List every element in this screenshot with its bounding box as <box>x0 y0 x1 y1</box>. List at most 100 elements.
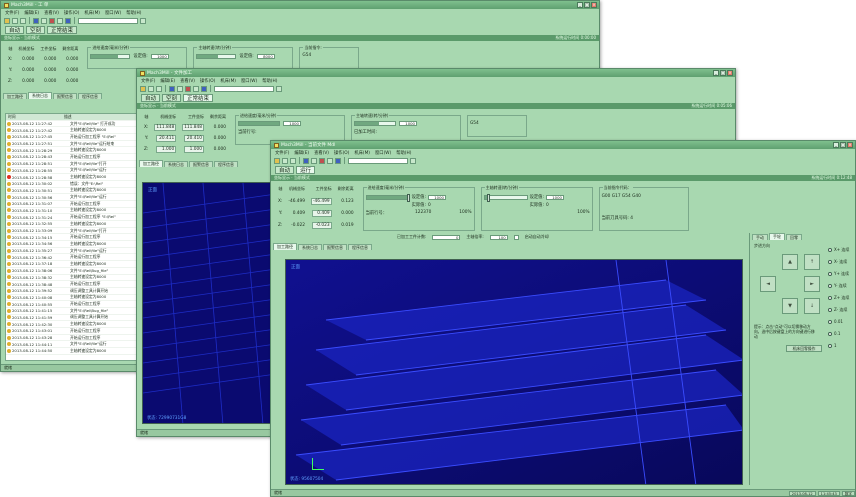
mode-dry-button[interactable]: 空刻 <box>26 26 46 34</box>
tab-alarm[interactable]: 报警信息 <box>189 161 213 167</box>
tab-log[interactable]: 系统日志 <box>164 161 188 167</box>
side-tab-manual[interactable]: 手动 <box>752 234 768 240</box>
menu-machine[interactable]: 机床(M) <box>354 150 370 156</box>
print-icon[interactable] <box>20 17 26 24</box>
spindle-set-input[interactable]: 8000 <box>256 53 275 59</box>
tab-path[interactable]: 加工路径 <box>273 243 297 250</box>
stop-icon[interactable] <box>319 157 325 164</box>
spindle-slider[interactable] <box>483 193 528 202</box>
jog-z-minus-button[interactable]: ↓ <box>804 298 820 314</box>
radio-step-01[interactable]: 0.1 <box>828 331 840 336</box>
maximize-icon[interactable]: □ <box>840 142 846 148</box>
maximize-icon[interactable]: □ <box>720 70 726 76</box>
menu-view[interactable]: 查看(V) <box>314 150 329 156</box>
home-button[interactable]: 机床回零操作 <box>786 345 822 352</box>
mode-end-button[interactable]: 正常结束 <box>183 94 214 102</box>
feed-set-input[interactable]: 1000 <box>427 194 446 200</box>
file-combo[interactable] <box>78 17 138 24</box>
print-icon[interactable] <box>156 85 162 92</box>
toolpath-view[interactable]: 正面 状态: 95607504 <box>285 259 743 485</box>
menu-edit[interactable]: 编辑(E) <box>24 10 39 16</box>
tab-log[interactable]: 系统日志 <box>28 92 52 99</box>
menu-machine[interactable]: 机床(M) <box>220 78 236 84</box>
spindle-mult-input[interactable]: 100 <box>489 234 508 240</box>
menu-edit[interactable]: 编辑(E) <box>160 78 175 84</box>
menu-edit[interactable]: 编辑(E) <box>294 150 309 156</box>
maximize-icon[interactable]: □ <box>584 2 590 8</box>
jog-y-minus-button[interactable]: ▼ <box>782 298 798 314</box>
print-icon[interactable] <box>290 157 296 164</box>
mode-auto-button[interactable]: 自动 <box>5 26 25 34</box>
run-icon[interactable] <box>303 157 309 164</box>
radio-z-minus[interactable]: Z- 连续 <box>828 307 847 313</box>
pause-icon[interactable] <box>177 85 183 92</box>
minimize-icon[interactable]: _ <box>833 142 839 148</box>
mode-auto-button[interactable]: 自动 <box>275 166 295 174</box>
jog-z-plus-button[interactable]: ↑ <box>804 254 820 270</box>
open-icon[interactable] <box>274 157 280 164</box>
tab-program[interactable]: 程序信息 <box>348 244 372 250</box>
spindle-slider[interactable] <box>196 53 237 59</box>
feed-set-input[interactable]: 1000 <box>150 53 169 59</box>
jog-y-plus-button[interactable]: ▲ <box>782 254 798 270</box>
side-tab-home[interactable]: 回零 <box>786 234 802 240</box>
window-2-titlebar[interactable]: Mach3Mill - 文件加工 _ □ × <box>137 69 735 77</box>
step-icon[interactable] <box>327 157 333 164</box>
reset-icon[interactable] <box>65 17 71 24</box>
menu-window[interactable]: 窗口(W) <box>375 150 391 156</box>
menu-window[interactable]: 窗口(W) <box>241 78 257 84</box>
tab-path[interactable]: 加工路径 <box>139 160 163 167</box>
menu-view[interactable]: 查看(V) <box>180 78 195 84</box>
jog-x-minus-button[interactable]: ◄ <box>760 276 776 292</box>
run-icon[interactable] <box>33 17 39 24</box>
browse-icon[interactable] <box>140 17 146 24</box>
open-icon[interactable] <box>4 17 10 24</box>
close-icon[interactable]: × <box>847 142 853 148</box>
close-icon[interactable]: × <box>591 2 597 8</box>
menu-file[interactable]: 文件(F) <box>5 10 19 16</box>
mode-end-button[interactable]: 正常结束 <box>47 26 78 34</box>
menu-help[interactable]: 帮助(H) <box>396 150 411 156</box>
radio-x-minus[interactable]: X- 连续 <box>828 259 847 265</box>
spindle-slider[interactable] <box>353 121 396 126</box>
save-icon[interactable] <box>12 17 18 24</box>
tab-program[interactable]: 程序信息 <box>214 161 238 167</box>
log-row[interactable]: 2013-08-12 11:44:50 主轴转速设定为8000 <box>6 348 144 355</box>
tab-path[interactable]: 加工路径 <box>3 93 27 99</box>
radio-step-1[interactable]: 1 <box>828 343 837 348</box>
tab-alarm[interactable]: 报警信息 <box>323 244 347 250</box>
minimize-icon[interactable]: _ <box>577 2 583 8</box>
feed-slider[interactable] <box>90 53 131 59</box>
window-3-titlebar[interactable]: Mach3Mill - 当前文件 Mdl _ □ × <box>271 141 855 149</box>
browse-icon[interactable] <box>276 85 282 92</box>
mode-dry-button[interactable]: 空刻 <box>162 94 182 102</box>
spindle-set-input[interactable]: 1000 <box>398 121 417 126</box>
reset-icon[interactable] <box>201 85 207 92</box>
menu-file[interactable]: 文件(F) <box>275 150 289 156</box>
menu-file[interactable]: 文件(F) <box>141 78 155 84</box>
tab-log[interactable]: 系统日志 <box>298 244 322 250</box>
open-icon[interactable] <box>140 85 146 92</box>
radio-y-minus[interactable]: Y- 连续 <box>828 283 847 289</box>
menu-operate[interactable]: 操作(O) <box>200 78 215 84</box>
spindle-set-input[interactable]: 1000 <box>545 194 564 200</box>
close-icon[interactable]: × <box>727 70 733 76</box>
stop-icon[interactable] <box>49 17 55 24</box>
radio-x-plus[interactable]: X+ 连续 <box>828 247 849 253</box>
step-icon[interactable] <box>57 17 63 24</box>
save-icon[interactable] <box>148 85 154 92</box>
menu-machine[interactable]: 机床(M) <box>84 10 100 16</box>
pause-icon[interactable] <box>41 17 47 24</box>
menu-help[interactable]: 帮助(H) <box>126 10 141 16</box>
radio-z-plus[interactable]: Z+ 连续 <box>828 295 849 301</box>
stop-icon[interactable] <box>185 85 191 92</box>
browse-icon[interactable] <box>410 157 416 164</box>
pause-icon[interactable] <box>311 157 317 164</box>
radio-y-plus[interactable]: Y+ 连续 <box>828 271 849 277</box>
mode-auto-button[interactable]: 自动 <box>141 94 161 102</box>
step-icon[interactable] <box>193 85 199 92</box>
feed-set-input[interactable]: 1000 <box>282 121 301 126</box>
file-combo[interactable] <box>348 157 408 164</box>
file-combo[interactable] <box>214 85 274 92</box>
cooling-checkbox[interactable] <box>513 234 519 240</box>
